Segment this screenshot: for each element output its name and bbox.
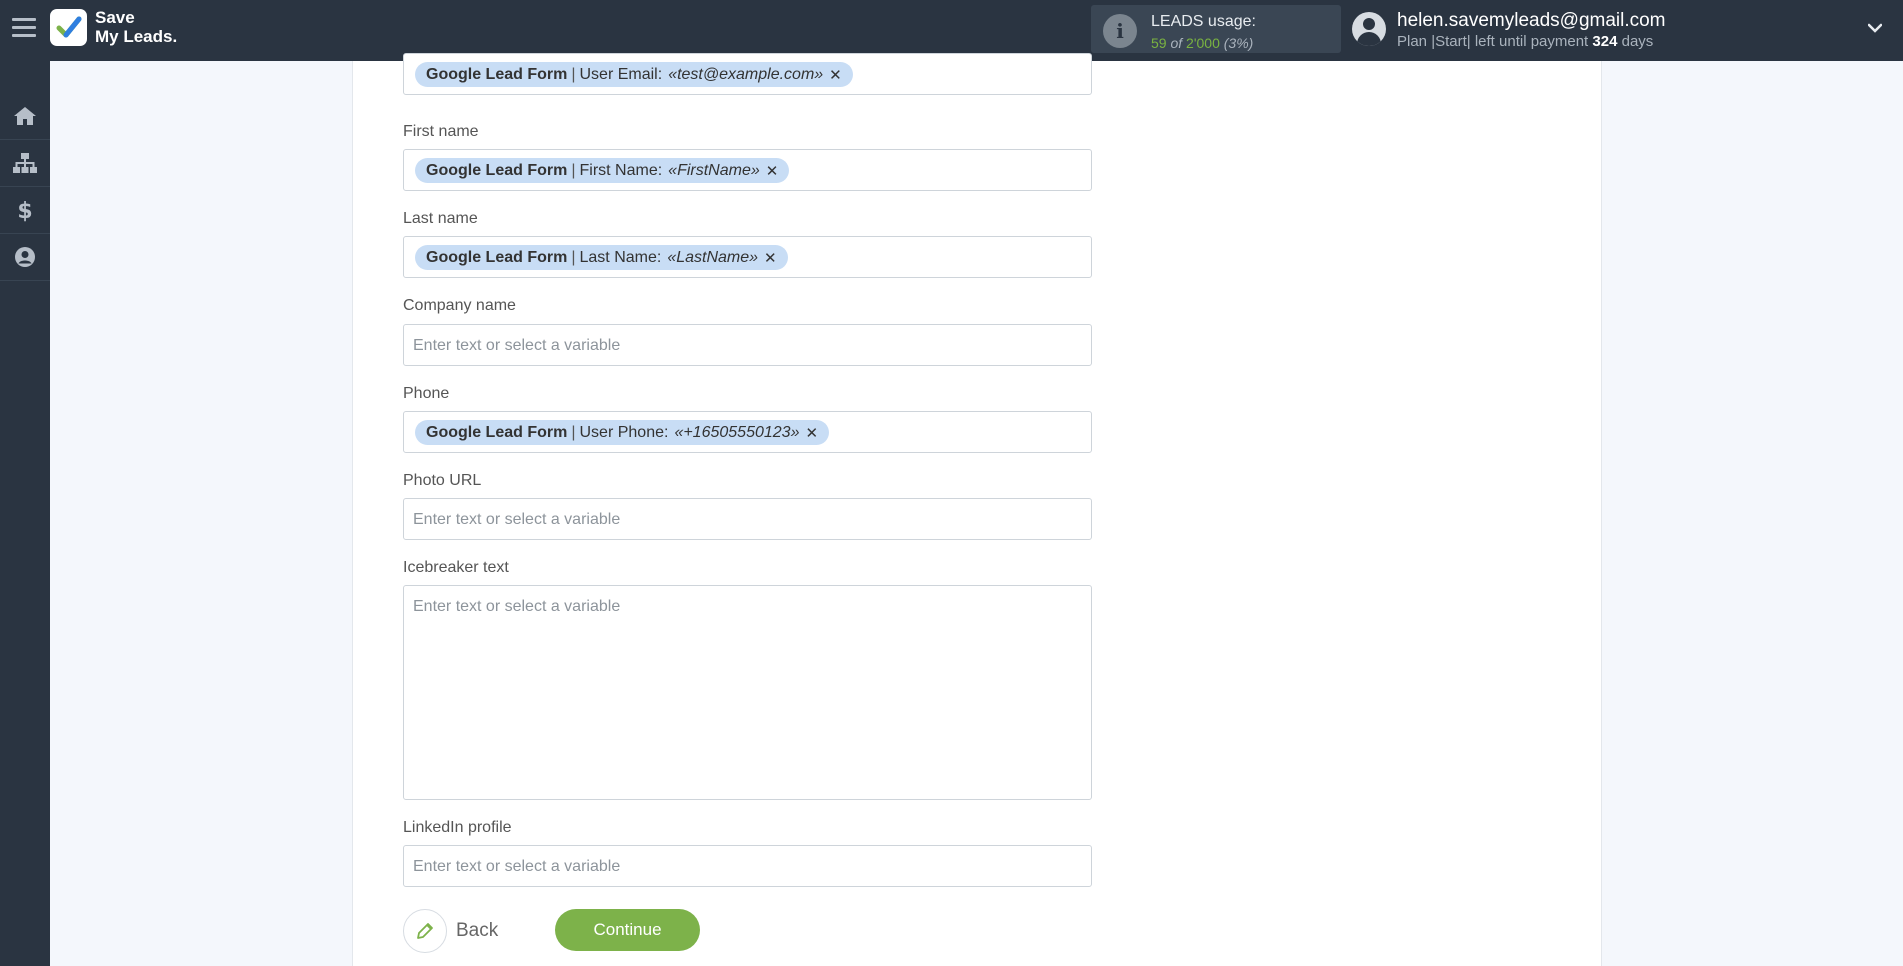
main-content: Google Lead Form | User Email: «test@exa… [352, 53, 1602, 966]
logo-check-icon [50, 8, 87, 46]
remove-tag-icon[interactable]: ✕ [766, 162, 779, 180]
variable-tag-last-name: Google Lead Form | Last Name: «LastName»… [415, 245, 788, 270]
photo-url-label: Photo URL [403, 472, 482, 489]
remove-tag-icon[interactable]: ✕ [829, 66, 842, 84]
icebreaker-textarea[interactable]: Enter text or select a variable [403, 585, 1092, 800]
tag-source: Google Lead Form [426, 423, 568, 441]
pencil-icon [403, 909, 447, 953]
linkedin-label: LinkedIn profile [403, 819, 512, 836]
variable-tag-first-name: Google Lead Form | First Name: «FirstNam… [415, 158, 790, 183]
linkedin-placeholder: Enter text or select a variable [413, 858, 621, 875]
logo-line-1: Save [95, 8, 135, 27]
back-button[interactable]: Back [403, 909, 498, 953]
chevron-down-icon[interactable] [1867, 21, 1883, 35]
tag-field: User Email: [579, 65, 663, 83]
avatar-icon [1352, 12, 1386, 46]
tag-value: «+16505550123» [674, 423, 800, 441]
usage-limit: 2'000 [1186, 35, 1220, 51]
first-name-field[interactable]: Google Lead Form | First Name: «FirstNam… [403, 149, 1092, 191]
tag-field: First Name: [579, 161, 663, 179]
hamburger-menu-icon[interactable] [12, 18, 36, 40]
dollar-icon: $ [17, 199, 32, 222]
first-name-label: First name [403, 123, 479, 140]
tag-separator: | [571, 161, 576, 179]
tag-value: «test@example.com» [668, 65, 824, 83]
tag-source: Google Lead Form [426, 248, 568, 266]
logo-text: Save My Leads. [95, 8, 177, 46]
tag-separator: | [571, 423, 576, 441]
tag-value: «LastName» [667, 248, 759, 266]
sidebar-item-connections[interactable] [0, 140, 50, 187]
photo-url-field[interactable]: Enter text or select a variable [403, 498, 1092, 540]
company-name-field[interactable]: Enter text or select a variable [403, 324, 1092, 366]
last-name-field[interactable]: Google Lead Form | Last Name: «LastName»… [403, 236, 1092, 278]
sidebar-item-billing[interactable]: $ [0, 187, 50, 234]
last-name-label: Last name [403, 210, 478, 227]
sidebar-item-home[interactable] [0, 93, 50, 140]
usage-percent: (3%) [1223, 35, 1254, 51]
phone-field[interactable]: Google Lead Form | User Phone: «+1650555… [403, 411, 1092, 453]
leads-usage-panel: i LEADS usage: 59 of 2'000 (3%) [1091, 5, 1341, 53]
tag-field: Last Name: [579, 248, 662, 266]
photo-url-placeholder: Enter text or select a variable [413, 511, 621, 528]
usage-label: LEADS usage: [1151, 13, 1256, 30]
top-bar: Save My Leads. i LEADS usage: 59 of 2'00… [0, 0, 1903, 61]
home-icon [14, 107, 36, 125]
info-icon: i [1103, 14, 1137, 48]
tag-separator: | [571, 65, 576, 83]
plan-info: Plan |Start| left until payment 324 days [1397, 33, 1653, 50]
days-count: 324 [1592, 33, 1618, 50]
company-name-label: Company name [403, 297, 516, 314]
continue-button[interactable]: Continue [555, 909, 700, 951]
back-label: Back [456, 920, 499, 941]
user-email: helen.savemyleads@gmail.com [1397, 10, 1666, 31]
usage-used: 59 [1151, 35, 1167, 51]
tag-field: User Phone: [579, 423, 669, 441]
sitemap-icon [13, 153, 37, 173]
tag-separator: | [571, 248, 576, 266]
logo[interactable]: Save My Leads. [50, 8, 177, 46]
logo-line-2: My Leads. [95, 27, 178, 46]
remove-tag-icon[interactable]: ✕ [764, 249, 777, 267]
email-field[interactable]: Google Lead Form | User Email: «test@exa… [403, 53, 1092, 95]
days-label: days [1621, 33, 1654, 50]
usage-stats: 59 of 2'000 (3%) [1151, 35, 1253, 51]
user-circle-icon [15, 247, 35, 267]
variable-tag-email: Google Lead Form | User Email: «test@exa… [415, 62, 853, 87]
icebreaker-placeholder: Enter text or select a variable [413, 598, 621, 615]
variable-tag-phone: Google Lead Form | User Phone: «+1650555… [415, 420, 830, 445]
tag-value: «FirstName» [668, 161, 760, 179]
icebreaker-label: Icebreaker text [403, 559, 509, 576]
remove-tag-icon[interactable]: ✕ [805, 424, 818, 442]
tag-source: Google Lead Form [426, 65, 568, 83]
usage-of: of [1170, 35, 1183, 51]
svg-text:$: $ [17, 199, 32, 222]
plan-text: Plan |Start| left until payment [1397, 33, 1589, 50]
sidebar-item-account[interactable] [0, 234, 50, 281]
sidebar: $ [0, 61, 50, 966]
company-name-placeholder: Enter text or select a variable [413, 337, 621, 354]
phone-label: Phone [403, 385, 450, 402]
tag-source: Google Lead Form [426, 161, 568, 179]
linkedin-field[interactable]: Enter text or select a variable [403, 845, 1092, 887]
